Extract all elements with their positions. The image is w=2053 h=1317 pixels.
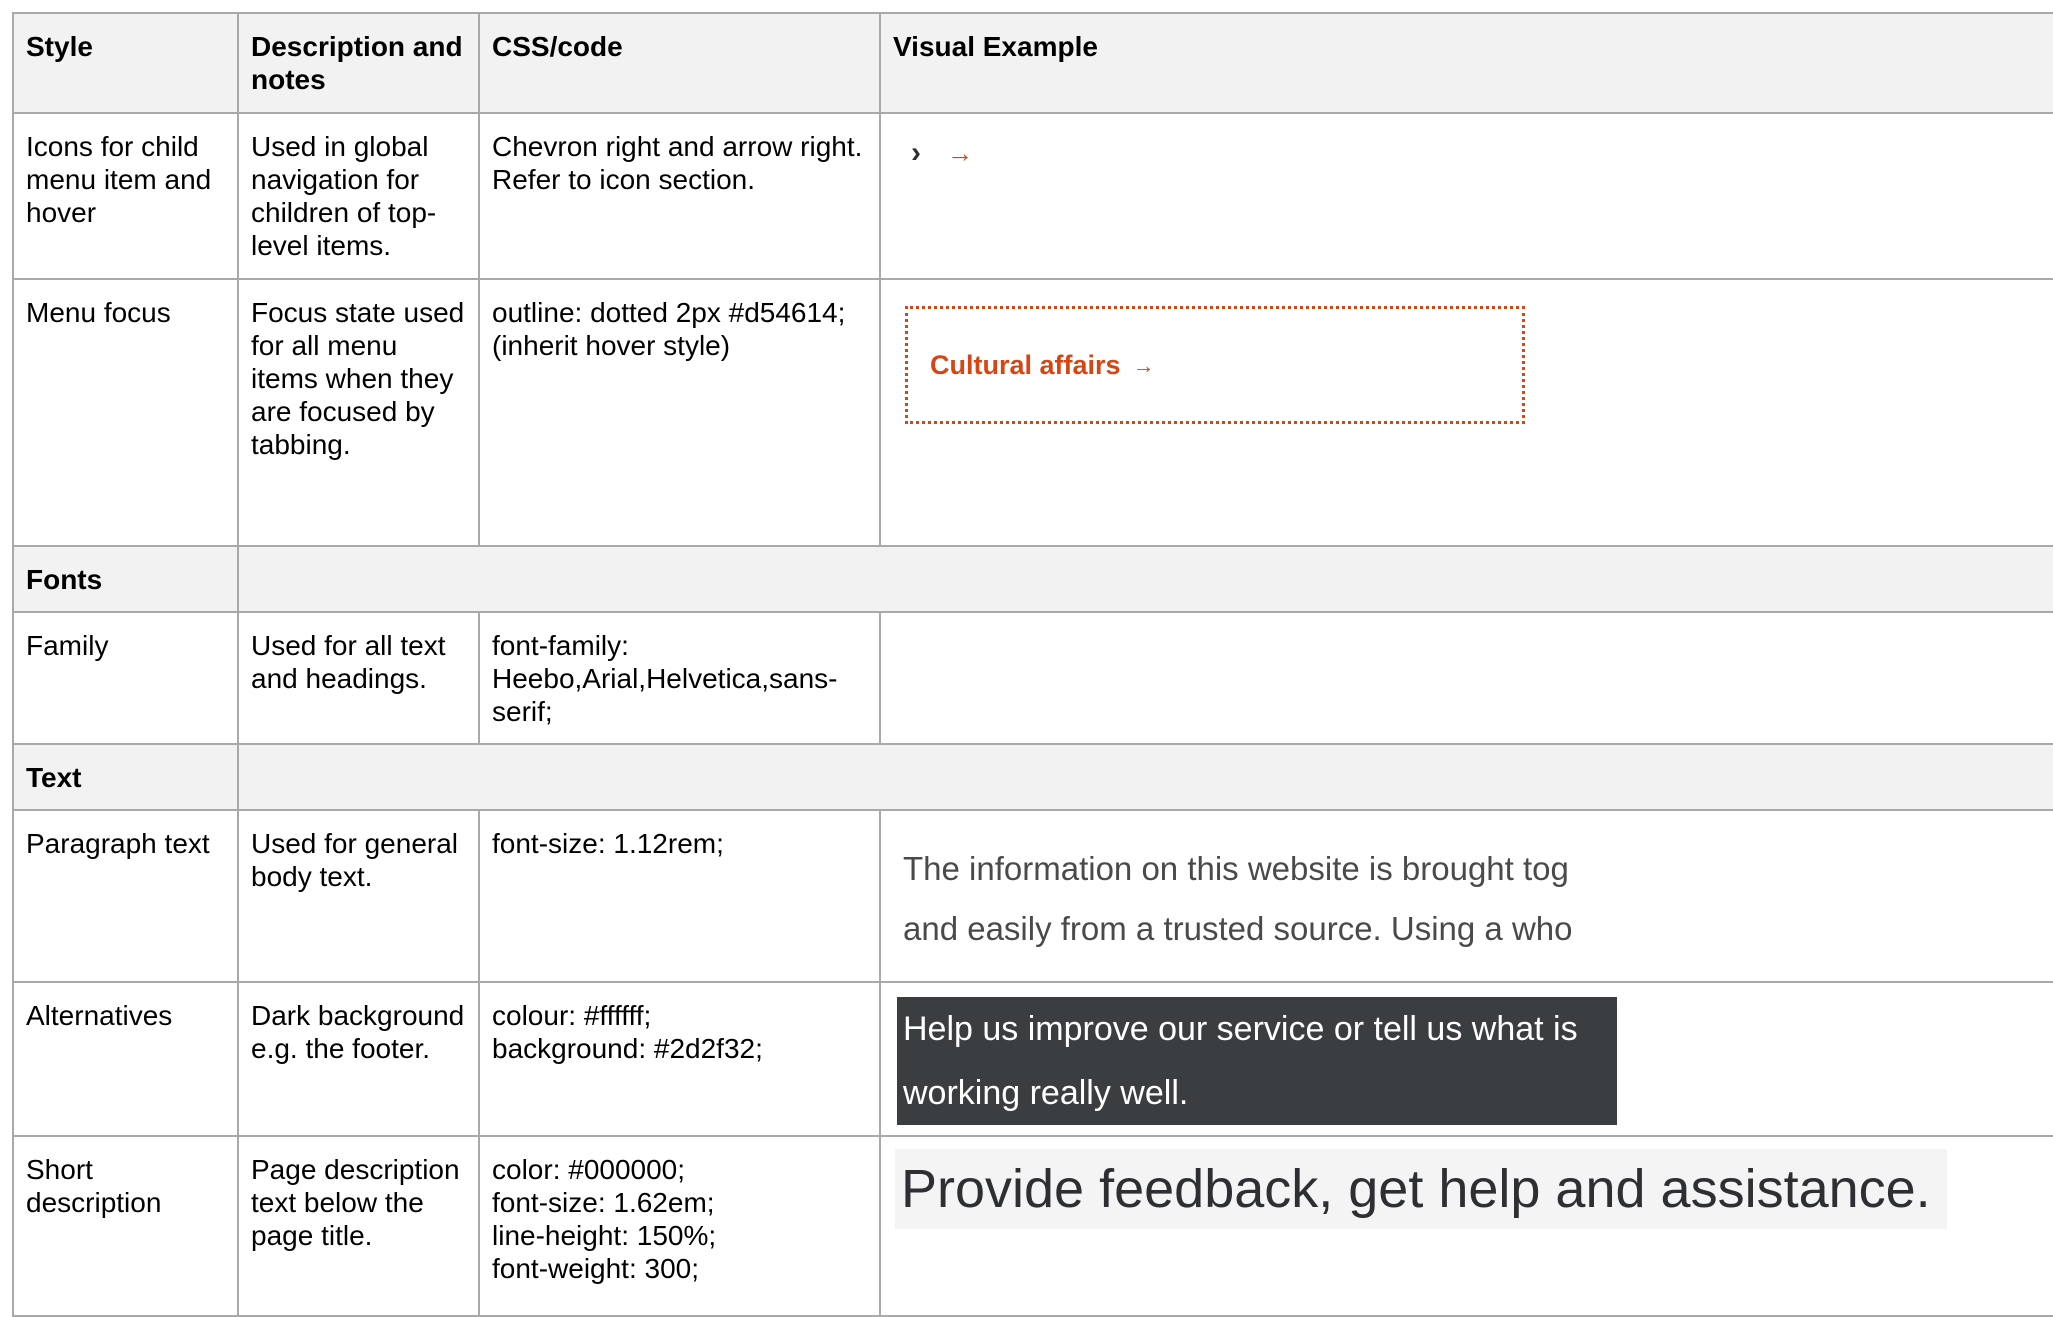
visual-cell: Cultural affairs → [879, 278, 2053, 547]
header-row: Style Description and notes CSS/code Vis… [12, 12, 2053, 114]
arrow-right-icon: → [947, 138, 973, 168]
header-description: Description and notes [237, 12, 480, 114]
table-row: Paragraph text Used for general body tex… [12, 809, 2053, 983]
code-cell: outline: dotted 2px #d54614; (inherit ho… [478, 278, 881, 547]
arrow-right-icon: → [1132, 352, 1155, 378]
style-cell: Family [12, 611, 239, 745]
description-cell: Used for general body text. [237, 809, 480, 983]
table-row: Short description Page description text … [12, 1135, 2053, 1317]
description-cell: Focus state used for all menu items when… [237, 278, 480, 547]
style-cell: Alternatives [12, 981, 239, 1137]
header-visual: Visual Example [879, 12, 2053, 114]
section-title: Fonts [12, 545, 239, 613]
visual-cell: Help us improve our service or tell us w… [879, 981, 2053, 1137]
chevron-right-icon: › [911, 136, 921, 169]
paragraph-text-example: The information on this website is broug… [903, 839, 1623, 959]
section-title: Text [12, 743, 239, 811]
style-cell: Paragraph text [12, 809, 239, 983]
paragraph-line: The information on this website is broug… [903, 850, 1569, 887]
menu-item-label: Cultural affairs [930, 349, 1121, 380]
visual-cell [879, 611, 2053, 745]
code-cell: colour: #ffffff; background: #2d2f32; [478, 981, 881, 1137]
code-text: Chevron right and arrow right. Refer to … [492, 131, 863, 195]
focused-menu-item-example[interactable]: Cultural affairs → [905, 306, 1525, 424]
section-filler [237, 545, 2053, 613]
code-text: outline: dotted 2px #d54614; (inherit ho… [492, 297, 846, 361]
section-row-text: Text [12, 743, 2053, 811]
paragraph-line: and easily from a trusted source. Using … [903, 910, 1573, 947]
code-text: font-family: Heebo,Arial,Helvetica,sans-… [492, 630, 838, 727]
code-cell: font-family: Heebo,Arial,Helvetica,sans-… [478, 611, 881, 745]
table-row: Menu focus Focus state used for all menu… [12, 278, 2053, 547]
code-cell: color: #000000; font-size: 1.62em; line-… [478, 1135, 881, 1317]
style-guide-table: Style Description and notes CSS/code Vis… [12, 12, 2053, 1317]
header-code: CSS/code [478, 12, 881, 114]
icon-examples: › → [911, 136, 2053, 169]
dark-background-example: Help us improve our service or tell us w… [897, 997, 1617, 1125]
table-row: Icons for child menu item and hover Used… [12, 112, 2053, 280]
section-row-fonts: Fonts [12, 545, 2053, 613]
code-cell: font-size: 1.12rem; [478, 809, 881, 983]
visual-cell: Provide feedback, get help and assistanc… [879, 1135, 2053, 1317]
description-cell: Used for all text and headings. [237, 611, 480, 745]
visual-cell: › → [879, 112, 2053, 280]
code-text: colour: #ffffff; background: #2d2f32; [492, 1000, 763, 1064]
style-cell: Icons for child menu item and hover [12, 112, 239, 280]
table-row: Alternatives Dark background e.g. the fo… [12, 981, 2053, 1137]
description-cell: Dark background e.g. the footer. [237, 981, 480, 1137]
description-cell: Used in global navigation for children o… [237, 112, 480, 280]
section-filler [237, 743, 2053, 811]
visual-cell: The information on this website is broug… [879, 809, 2053, 983]
style-cell: Short description [12, 1135, 239, 1317]
header-style: Style [12, 12, 239, 114]
style-cell: Menu focus [12, 278, 239, 547]
table-row: Family Used for all text and headings. f… [12, 611, 2053, 745]
code-cell: Chevron right and arrow right. Refer to … [478, 112, 881, 280]
description-cell: Page description text below the page tit… [237, 1135, 480, 1317]
code-text: color: #000000; font-size: 1.62em; line-… [492, 1154, 717, 1284]
short-description-example: Provide feedback, get help and assistanc… [895, 1149, 1947, 1229]
